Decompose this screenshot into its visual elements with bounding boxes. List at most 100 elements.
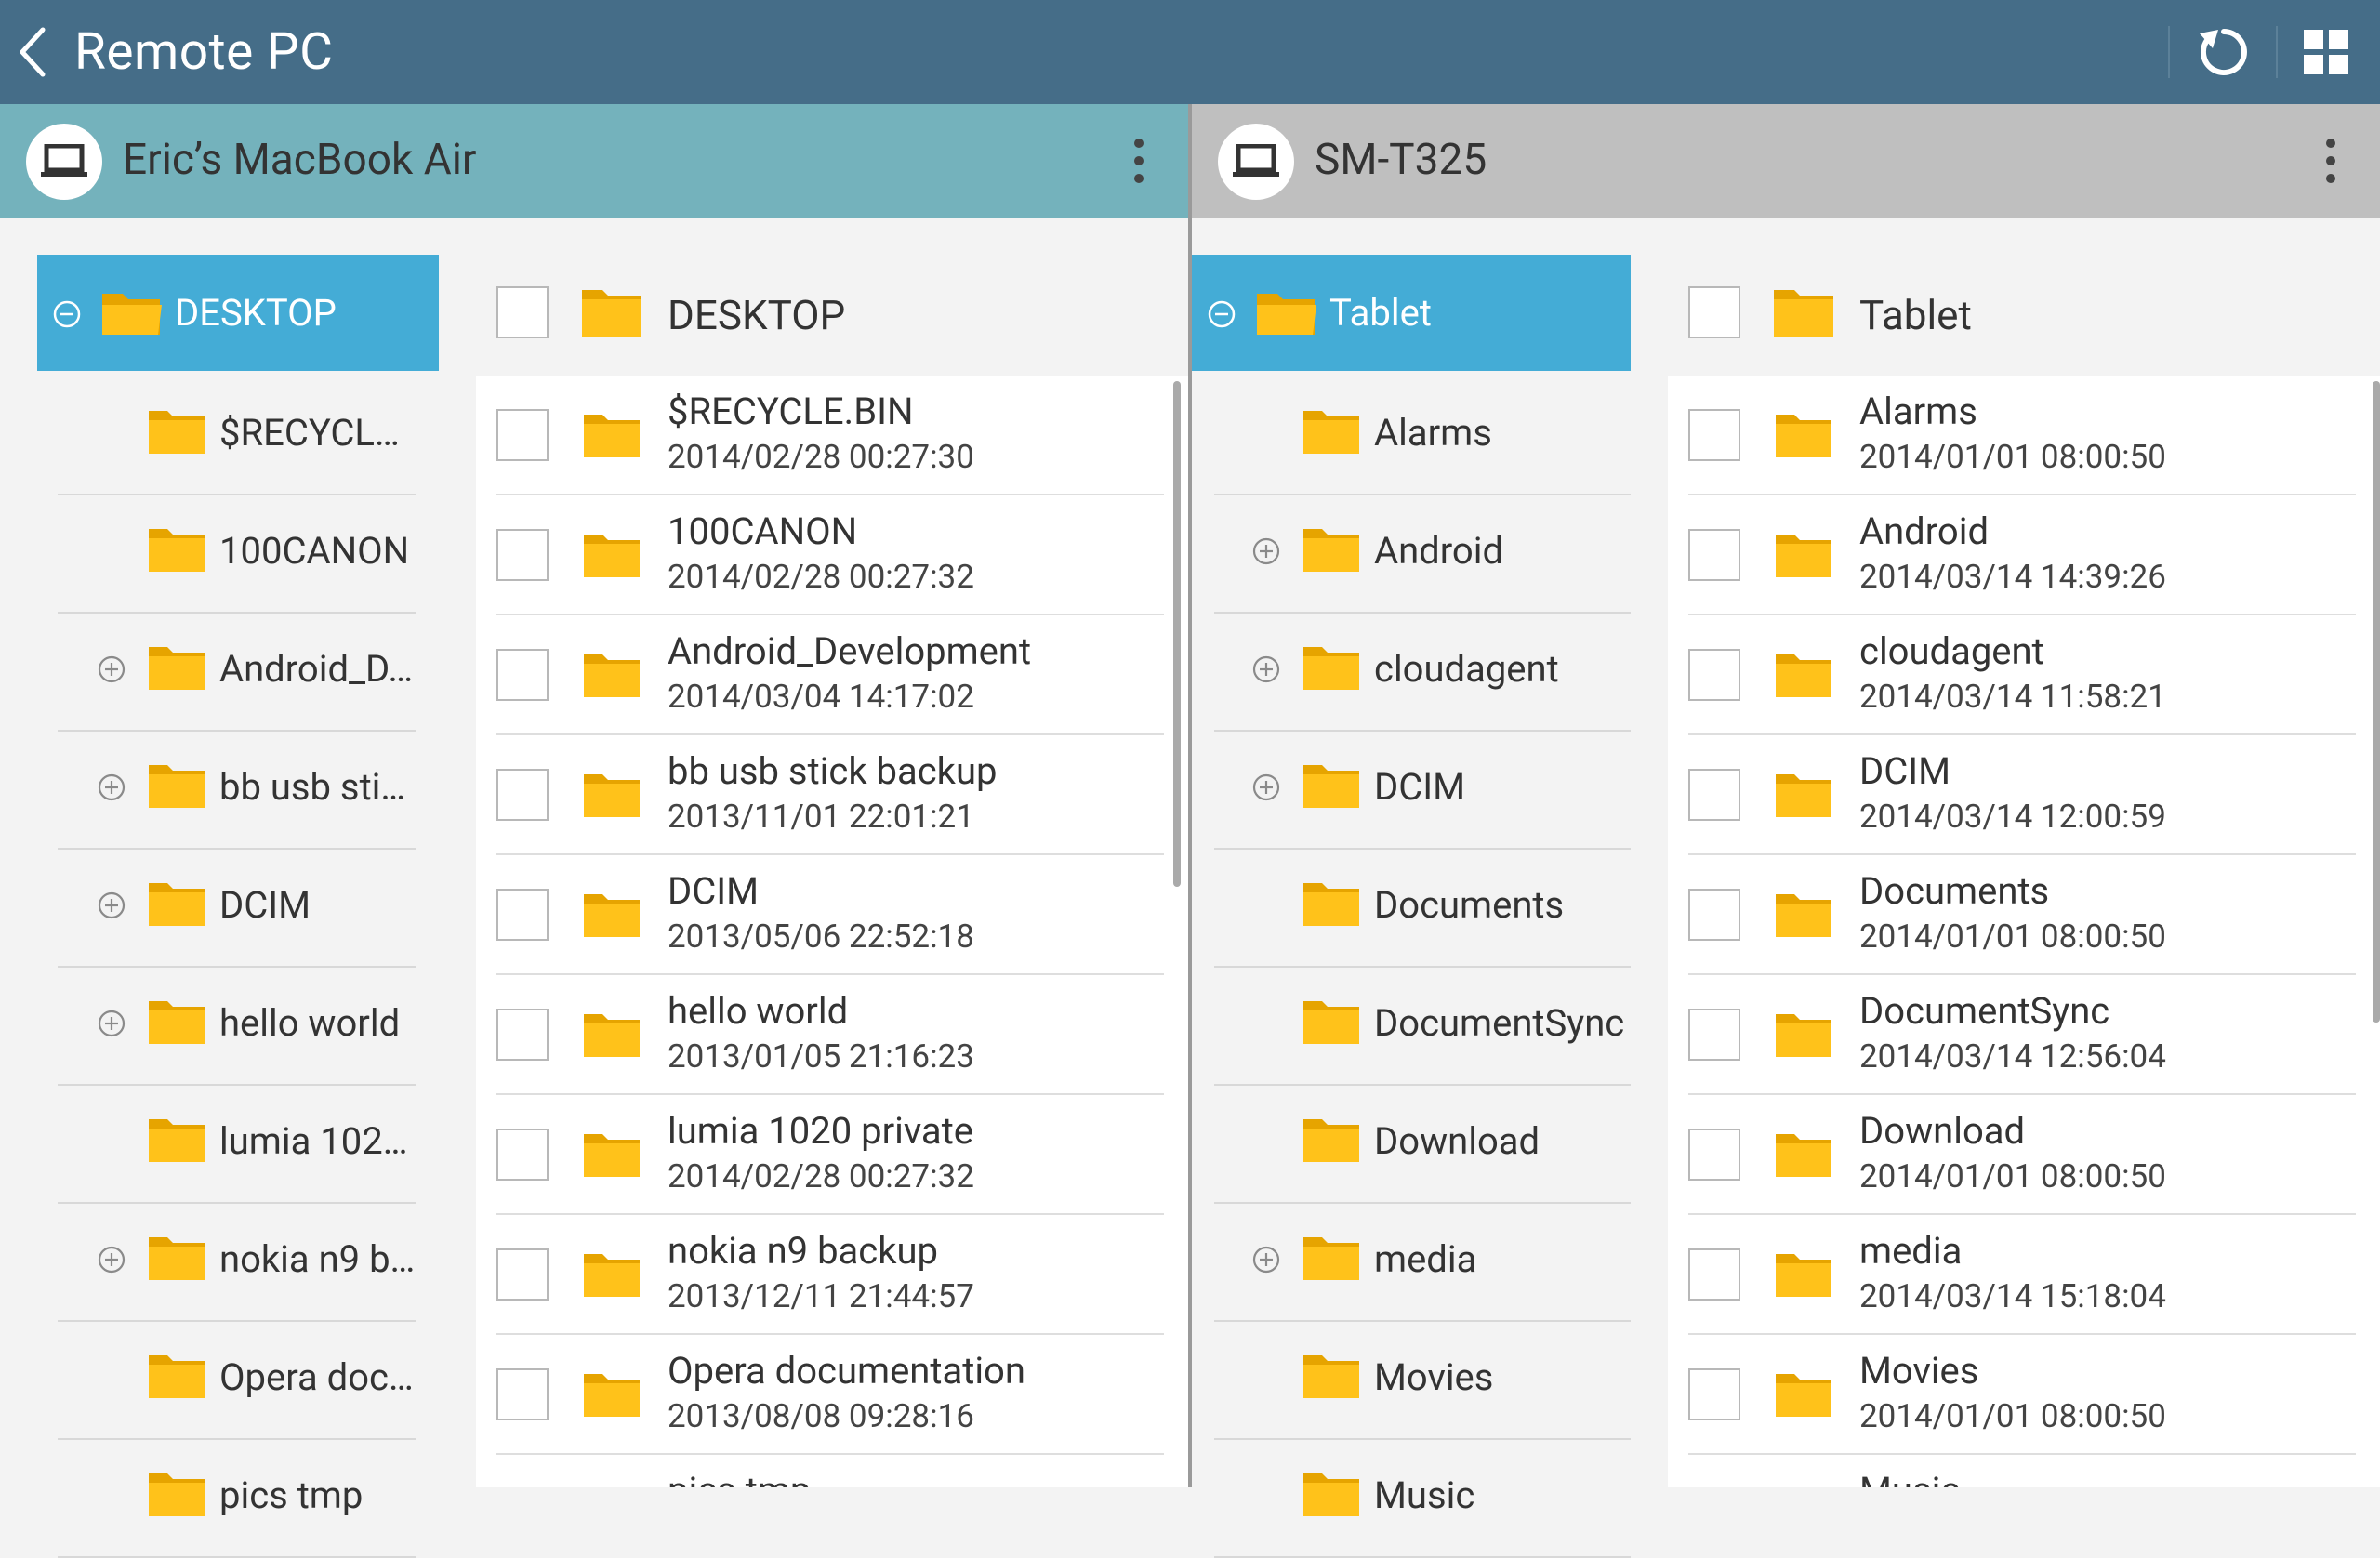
tree-item[interactable]: DocumentSync (1214, 966, 1631, 1086)
file-row[interactable]: cloudagent 2014/03/14 11:58:21 (1688, 615, 2356, 735)
row-checkbox[interactable] (496, 769, 549, 821)
expand-icon[interactable] (97, 1245, 126, 1278)
collapse-icon[interactable] (52, 299, 82, 329)
folder-icon (1302, 525, 1361, 577)
row-checkbox[interactable] (496, 409, 549, 461)
row-checkbox[interactable] (496, 889, 549, 941)
file-list-body[interactable]: $RECYCLE.BIN 2014/02/28 00:27:30 100CANON 2… (476, 376, 1188, 1487)
expand-icon[interactable] (1251, 536, 1281, 570)
file-row[interactable]: Download 2014/01/01 08:00:50 (1688, 1095, 2356, 1215)
file-row[interactable]: DocumentSync 2014/03/14 12:56:04 (1688, 975, 2356, 1095)
tree-item-label: Music (1374, 1473, 1475, 1517)
select-all-checkbox[interactable] (496, 286, 549, 338)
file-row[interactable]: Movies 2014/01/01 08:00:50 (1688, 1335, 2356, 1455)
tree-item-label: Alarms (1374, 411, 1492, 455)
row-checkbox[interactable] (496, 649, 549, 701)
device-header-right[interactable]: SM-T325 (1192, 104, 2380, 218)
file-row[interactable]: hello world 2013/01/05 21:16:23 (496, 975, 1164, 1095)
tree-root-selected[interactable]: DESKTOP (37, 255, 439, 371)
row-checkbox[interactable] (1688, 769, 1740, 821)
file-row[interactable]: DCIM 2013/05/06 22:52:18 (496, 855, 1164, 975)
back-arrow-icon[interactable] (13, 24, 50, 80)
tree-root-selected[interactable]: Tablet (1192, 255, 1631, 371)
file-row[interactable]: $RECYCLE.BIN 2014/02/28 00:27:30 (496, 376, 1164, 495)
tree-item[interactable]: Opera doc... (58, 1320, 416, 1440)
expand-icon[interactable] (97, 772, 126, 806)
row-checkbox[interactable] (1688, 1009, 1740, 1061)
file-name: cloudagent (1859, 629, 2044, 673)
tree-item[interactable]: Download (1214, 1084, 1631, 1204)
more-options-icon[interactable] (2324, 138, 2337, 184)
row-checkbox[interactable] (1688, 529, 1740, 581)
more-options-icon[interactable] (1132, 138, 1145, 184)
file-row[interactable]: 100CANON 2014/02/28 00:27:32 (496, 495, 1164, 615)
file-list-body[interactable]: Alarms 2014/01/01 08:00:50 Android 2014/03/… (1668, 376, 2380, 1487)
file-row[interactable]: Opera documentation 2013/08/08 09:28:16 (496, 1335, 1164, 1455)
row-checkbox[interactable] (1688, 649, 1740, 701)
device-header-left[interactable]: Eric’s MacBook Air (0, 104, 1188, 218)
tree-item[interactable]: media (1214, 1202, 1631, 1322)
tree-item[interactable]: DCIM (1214, 730, 1631, 850)
folder-icon (147, 1234, 206, 1286)
file-row[interactable]: DCIM 2014/03/14 12:00:59 (1688, 735, 2356, 855)
file-row[interactable]: Android_Development 2014/03/04 14:17:02 (496, 615, 1164, 735)
tree-item[interactable]: $RECYCLE... (58, 376, 416, 495)
tree-item[interactable]: Documents (1214, 848, 1631, 968)
tree-item[interactable]: Android (1214, 494, 1631, 614)
expand-icon[interactable] (1251, 772, 1281, 806)
tree-item[interactable]: lumia 1020... (58, 1084, 416, 1204)
row-checkbox[interactable] (1688, 1368, 1740, 1420)
modified-date: 2013/12/11 21:44:57 (668, 1277, 974, 1315)
tree-item[interactable]: Alarms (1214, 376, 1631, 495)
tree-item[interactable]: hello world (58, 966, 416, 1086)
row-checkbox[interactable] (496, 1248, 549, 1301)
row-checkbox[interactable] (1688, 1248, 1740, 1301)
tree-item[interactable]: Music (1214, 1438, 1631, 1558)
file-name: lumia 1020 private (668, 1109, 973, 1153)
tree-item-label: bb usb stic... (219, 765, 416, 809)
tree-item[interactable]: pics tmp (58, 1438, 416, 1558)
device-name: SM-T325 (1315, 135, 1488, 185)
expand-icon[interactable] (97, 891, 126, 924)
tree-item-label: cloudagent (1374, 647, 1559, 691)
file-row[interactable]: Android 2014/03/14 14:39:26 (1688, 495, 2356, 615)
row-checkbox[interactable] (1688, 409, 1740, 461)
file-name: Documents (1859, 869, 2050, 913)
file-row[interactable]: media 2014/03/14 15:18:04 (1688, 1215, 2356, 1335)
collapse-icon[interactable] (1207, 299, 1236, 329)
file-row[interactable]: Documents 2014/01/01 08:00:50 (1688, 855, 2356, 975)
folder-icon (582, 290, 641, 337)
row-checkbox[interactable] (496, 529, 549, 581)
row-checkbox[interactable] (496, 1009, 549, 1061)
row-checkbox[interactable] (496, 1368, 549, 1420)
tree-item[interactable]: bb usb stic... (58, 730, 416, 850)
file-row[interactable]: pics tmp (496, 1455, 1164, 1487)
expand-icon[interactable] (97, 654, 126, 688)
tree-item[interactable]: DCIM (58, 848, 416, 968)
select-all-checkbox[interactable] (1688, 286, 1740, 338)
tree-item[interactable]: Movies (1214, 1320, 1631, 1440)
modified-date: 2014/01/01 08:00:50 (1859, 1157, 2166, 1195)
file-name: DocumentSync (1859, 989, 2110, 1033)
scrollbar[interactable] (2373, 381, 2380, 1023)
refresh-icon[interactable] (2196, 24, 2252, 80)
tree-item[interactable]: Android_D... (58, 612, 416, 732)
file-row[interactable]: lumia 1020 private 2014/02/28 00:27:32 (496, 1095, 1164, 1215)
expand-icon[interactable] (1251, 654, 1281, 688)
row-checkbox[interactable] (1688, 889, 1740, 941)
expand-icon[interactable] (97, 1009, 126, 1042)
file-row[interactable]: nokia n9 backup 2013/12/11 21:44:57 (496, 1215, 1164, 1335)
modified-date: 2014/03/14 15:18:04 (1859, 1277, 2166, 1315)
file-row[interactable]: bb usb stick backup 2013/11/01 22:01:21 (496, 735, 1164, 855)
tree-item[interactable]: 100CANON (58, 494, 416, 614)
row-checkbox[interactable] (1688, 1129, 1740, 1181)
modified-date: 2014/01/01 08:00:50 (1859, 1397, 2166, 1435)
tree-item[interactable]: cloudagent (1214, 612, 1631, 732)
file-row[interactable]: Music (1688, 1455, 2356, 1487)
tree-item[interactable]: nokia n9 b... (58, 1202, 416, 1322)
row-checkbox[interactable] (496, 1129, 549, 1181)
file-row[interactable]: Alarms 2014/01/01 08:00:50 (1688, 376, 2356, 495)
expand-icon[interactable] (1251, 1245, 1281, 1278)
scrollbar[interactable] (1173, 381, 1181, 887)
grid-view-icon[interactable] (2302, 28, 2350, 76)
